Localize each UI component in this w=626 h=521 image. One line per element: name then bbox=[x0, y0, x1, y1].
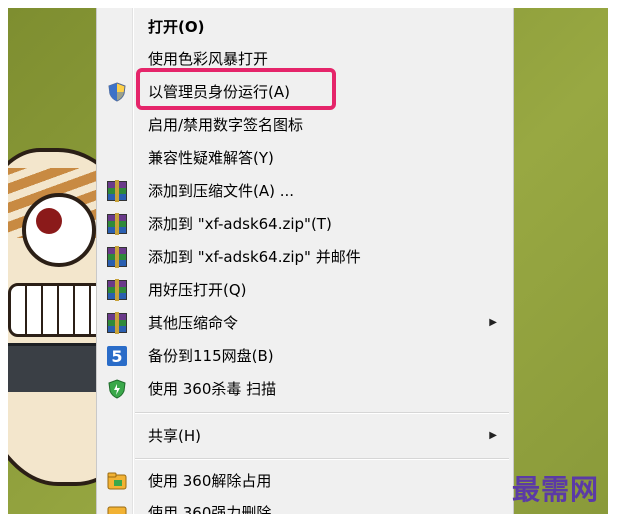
menu-item-label: 使用 360杀毒 扫描 bbox=[148, 380, 277, 398]
menu-item-other-compress-commands[interactable]: 其他压缩命令 ▶ bbox=[97, 307, 513, 339]
menu-item-compatibility-troubleshoot[interactable]: 兼容性疑难解答(Y) bbox=[97, 142, 513, 174]
menu-separator bbox=[135, 412, 509, 414]
submenu-arrow-icon: ▶ bbox=[489, 317, 497, 328]
cartoon-eye bbox=[22, 193, 96, 267]
winrar-icon bbox=[107, 246, 127, 268]
360-antivirus-icon bbox=[107, 379, 127, 399]
menu-item-label: 其他压缩命令 bbox=[148, 314, 239, 332]
run-as-admin-highlight bbox=[136, 68, 336, 110]
menu-item-add-to-zip[interactable]: 添加到 "xf-adsk64.zip"(T) bbox=[97, 208, 513, 240]
submenu-arrow-icon: ▶ bbox=[489, 430, 497, 441]
cartoon-pupil bbox=[36, 208, 62, 234]
360-unlock-icon bbox=[107, 471, 127, 491]
menu-item-label: 使用色彩风暴打开 bbox=[148, 50, 269, 68]
115-icon: 5 bbox=[107, 346, 127, 366]
uac-shield-icon bbox=[107, 82, 127, 102]
menu-item-open[interactable]: 打开(O) bbox=[97, 11, 513, 43]
menu-item-add-to-archive[interactable]: 添加到压缩文件(A) ... bbox=[97, 175, 513, 207]
menu-item-label: 兼容性疑难解答(Y) bbox=[148, 149, 274, 167]
360-delete-icon bbox=[107, 503, 127, 514]
watermark: 最需网 bbox=[512, 473, 600, 506]
menu-item-label: 添加到 "xf-adsk64.zip"(T) bbox=[148, 215, 332, 233]
winrar-icon bbox=[107, 213, 127, 235]
menu-item-label: 备份到115网盘(B) bbox=[148, 347, 274, 365]
menu-item-label: 添加到压缩文件(A) ... bbox=[148, 182, 295, 200]
menu-item-360-unlock[interactable]: 使用 360解除占用 bbox=[97, 465, 513, 497]
svg-text:5: 5 bbox=[111, 347, 122, 366]
menu-item-add-to-zip-and-email[interactable]: 添加到 "xf-adsk64.zip" 并邮件 bbox=[97, 241, 513, 273]
menu-item-label: 启用/禁用数字签名图标 bbox=[148, 116, 304, 134]
winrar-icon bbox=[107, 180, 127, 202]
menu-item-toggle-signature-icon[interactable]: 启用/禁用数字签名图标 bbox=[97, 109, 513, 141]
menu-item-open-with-haozip[interactable]: 用好压打开(Q) bbox=[97, 274, 513, 306]
menu-item-share[interactable]: 共享(H) ▶ bbox=[97, 420, 513, 452]
menu-item-scan-360[interactable]: 使用 360杀毒 扫描 bbox=[97, 373, 513, 405]
menu-item-360-force-delete[interactable]: 使用 360强力删除 bbox=[97, 497, 513, 514]
menu-item-backup-to-115[interactable]: 5 备份到115网盘(B) bbox=[97, 340, 513, 372]
winrar-icon bbox=[107, 312, 127, 334]
menu-item-label: 打开(O) bbox=[148, 18, 205, 36]
menu-item-label: 添加到 "xf-adsk64.zip" 并邮件 bbox=[148, 248, 361, 266]
menu-item-label: 使用 360解除占用 bbox=[148, 472, 272, 490]
winrar-icon bbox=[107, 279, 127, 301]
menu-item-label: 用好压打开(Q) bbox=[148, 281, 247, 299]
menu-separator bbox=[135, 458, 509, 460]
menu-item-label: 共享(H) bbox=[148, 427, 201, 445]
menu-item-label: 使用 360强力删除 bbox=[148, 504, 272, 514]
